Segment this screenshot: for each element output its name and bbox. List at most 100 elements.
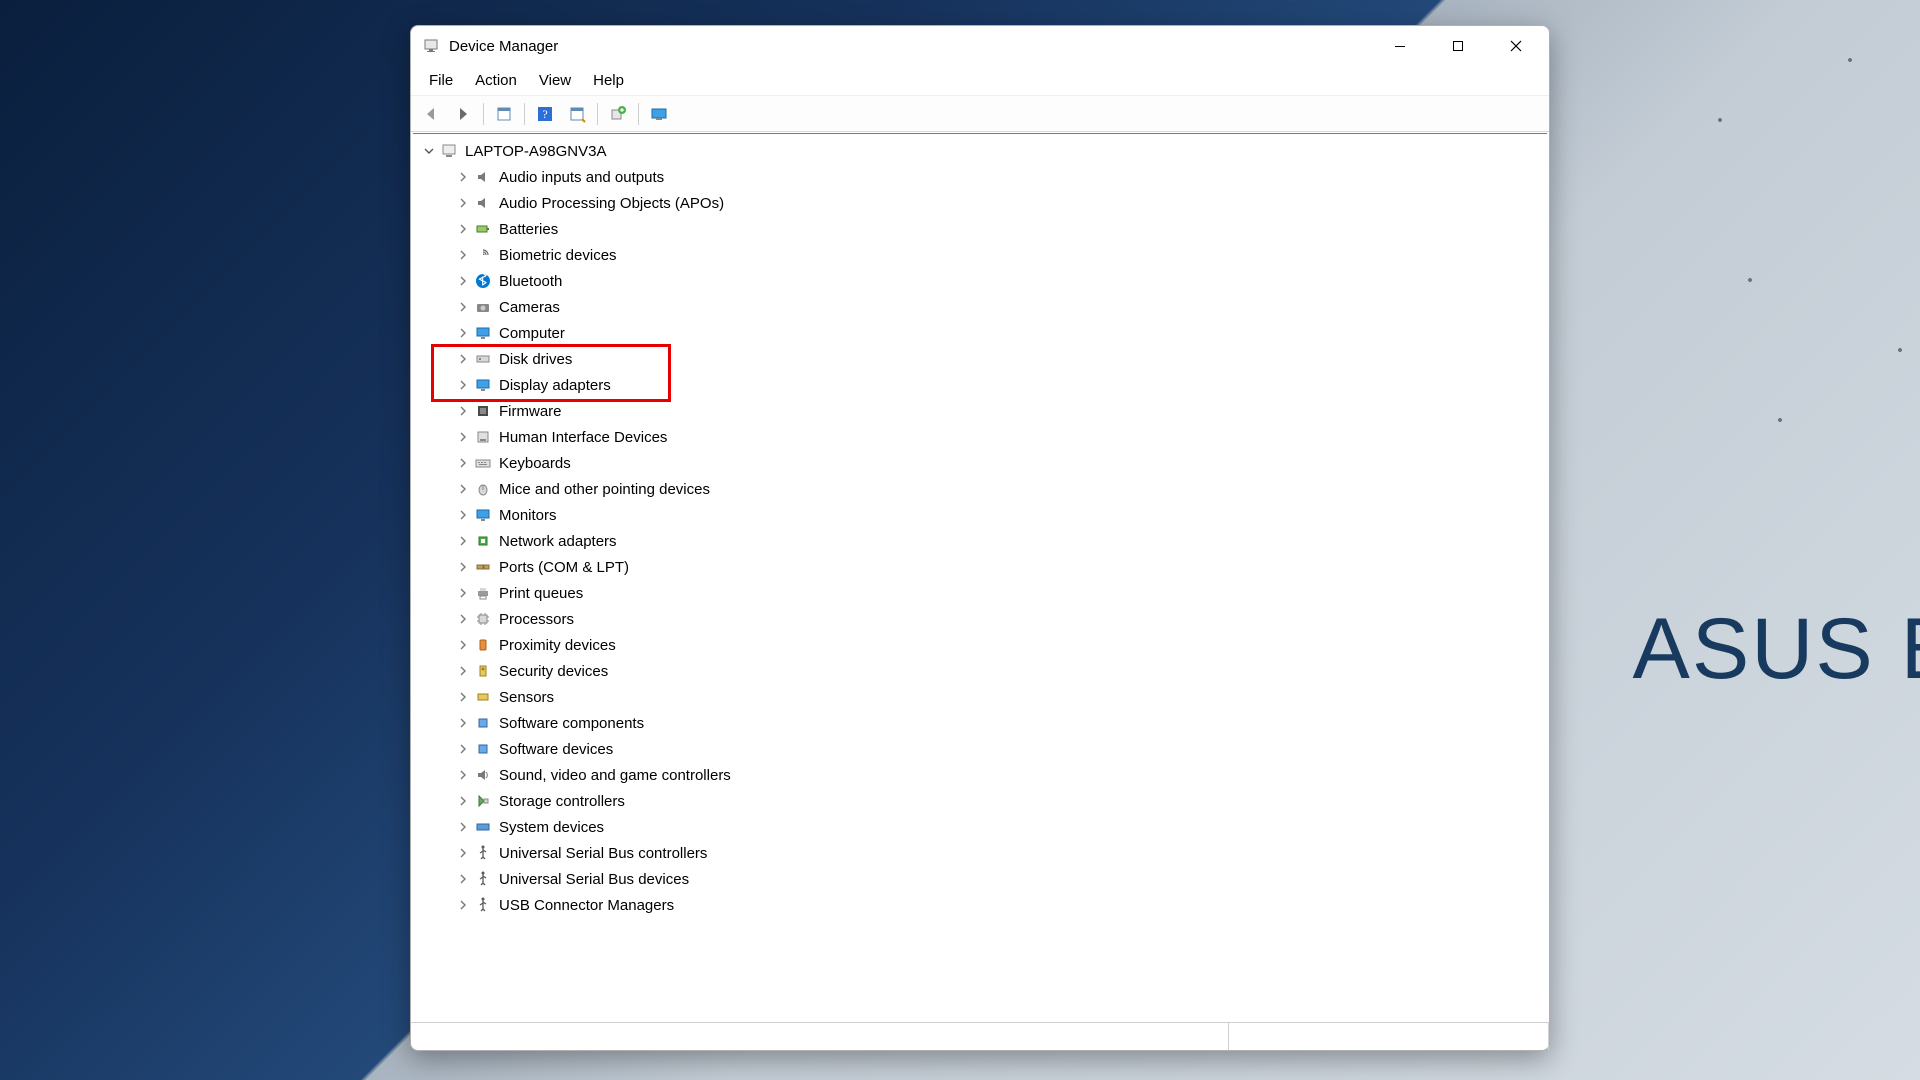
tree-item[interactable]: USB Connector Managers [455, 892, 1545, 918]
chevron-right-icon[interactable] [455, 195, 471, 211]
tree-item[interactable]: Processors [455, 606, 1545, 632]
window-title: Device Manager [449, 38, 558, 55]
chevron-right-icon[interactable] [455, 273, 471, 289]
keyboard-icon [473, 453, 493, 473]
tree-item-label: Mice and other pointing devices [499, 480, 710, 498]
tree-item-label: Network adapters [499, 532, 617, 550]
tree-item-label: Human Interface Devices [499, 428, 667, 446]
tree-item[interactable]: Disk drives [455, 346, 1545, 372]
tree-root-node[interactable]: LAPTOP-A98GNV3A [421, 138, 1545, 164]
status-cell-1 [411, 1023, 1229, 1050]
chevron-right-icon[interactable] [455, 689, 471, 705]
tree-item[interactable]: Audio Processing Objects (APOs) [455, 190, 1545, 216]
chevron-right-icon[interactable] [455, 611, 471, 627]
chevron-right-icon[interactable] [455, 897, 471, 913]
toolbar-properties[interactable] [563, 101, 591, 127]
chevron-right-icon[interactable] [455, 507, 471, 523]
chevron-right-icon[interactable] [455, 247, 471, 263]
tree-item-label: Audio Processing Objects (APOs) [499, 194, 724, 212]
proximity-icon [473, 635, 493, 655]
chevron-right-icon[interactable] [455, 533, 471, 549]
chevron-right-icon[interactable] [455, 221, 471, 237]
maximize-button[interactable] [1429, 26, 1487, 66]
menu-view[interactable]: View [529, 68, 581, 93]
tree-item[interactable]: Audio inputs and outputs [455, 164, 1545, 190]
chevron-right-icon[interactable] [455, 559, 471, 575]
toolbar-help[interactable]: ? [531, 101, 559, 127]
tree-item[interactable]: Display adapters [455, 372, 1545, 398]
tree-item[interactable]: Universal Serial Bus devices [455, 866, 1545, 892]
tree-item-label: Display adapters [499, 376, 611, 394]
chevron-right-icon[interactable] [455, 793, 471, 809]
chevron-right-icon[interactable] [455, 585, 471, 601]
menu-help[interactable]: Help [583, 68, 634, 93]
tree-item[interactable]: Print queues [455, 580, 1545, 606]
tree-item[interactable]: Storage controllers [455, 788, 1545, 814]
chevron-right-icon[interactable] [455, 403, 471, 419]
chevron-right-icon[interactable] [455, 455, 471, 471]
tree-item[interactable]: Proximity devices [455, 632, 1545, 658]
properties-icon [568, 105, 586, 123]
tree-item-label: Biometric devices [499, 246, 617, 264]
tree-item[interactable]: Cameras [455, 294, 1545, 320]
chevron-right-icon[interactable] [455, 663, 471, 679]
toolbar-scan-hardware[interactable] [645, 101, 673, 127]
tree-item[interactable]: Sensors [455, 684, 1545, 710]
tree-item[interactable]: Computer [455, 320, 1545, 346]
scan-hardware-icon [650, 105, 668, 123]
title-bar[interactable]: Device Manager [411, 26, 1549, 66]
tree-item-label: Computer [499, 324, 565, 342]
tree-item[interactable]: Batteries [455, 216, 1545, 242]
tree-item[interactable]: Mice and other pointing devices [455, 476, 1545, 502]
toolbar-show-hidden[interactable] [490, 101, 518, 127]
chevron-right-icon[interactable] [455, 429, 471, 445]
chevron-right-icon[interactable] [455, 377, 471, 393]
tree-item[interactable]: Monitors [455, 502, 1545, 528]
toolbar-forward[interactable] [449, 101, 477, 127]
tree-item[interactable]: Network adapters [455, 528, 1545, 554]
tree-item-label: Security devices [499, 662, 608, 680]
toolbar-update-driver[interactable] [604, 101, 632, 127]
tree-item[interactable]: Bluetooth [455, 268, 1545, 294]
chevron-right-icon[interactable] [455, 871, 471, 887]
tree-item[interactable]: System devices [455, 814, 1545, 840]
menu-file[interactable]: File [419, 68, 463, 93]
chevron-right-icon[interactable] [455, 715, 471, 731]
close-button[interactable] [1487, 26, 1545, 66]
chevron-right-icon[interactable] [455, 741, 471, 757]
chevron-right-icon[interactable] [455, 299, 471, 315]
audio-icon [473, 167, 493, 187]
tree-item[interactable]: Keyboards [455, 450, 1545, 476]
device-tree[interactable]: LAPTOP-A98GNV3A Audio inputs and outputs… [413, 133, 1547, 1022]
chevron-right-icon[interactable] [455, 845, 471, 861]
tree-item[interactable]: Firmware [455, 398, 1545, 424]
menu-action[interactable]: Action [465, 68, 527, 93]
tree-item[interactable]: Ports (COM & LPT) [455, 554, 1545, 580]
chevron-right-icon[interactable] [455, 767, 471, 783]
processor-icon [473, 609, 493, 629]
chevron-right-icon[interactable] [455, 481, 471, 497]
tree-item[interactable]: Human Interface Devices [455, 424, 1545, 450]
status-bar [411, 1022, 1549, 1050]
toolbar-separator [638, 103, 639, 125]
forward-icon [454, 105, 472, 123]
chevron-right-icon[interactable] [455, 819, 471, 835]
tree-item[interactable]: Sound, video and game controllers [455, 762, 1545, 788]
chevron-right-icon[interactable] [455, 325, 471, 341]
tree-item[interactable]: Biometric devices [455, 242, 1545, 268]
bluetooth-icon [473, 271, 493, 291]
chevron-right-icon[interactable] [455, 351, 471, 367]
minimize-button[interactable] [1371, 26, 1429, 66]
audio-icon [473, 193, 493, 213]
tree-item[interactable]: Software components [455, 710, 1545, 736]
tree-item[interactable]: Universal Serial Bus controllers [455, 840, 1545, 866]
back-icon [422, 105, 440, 123]
tree-item-label: Audio inputs and outputs [499, 168, 664, 186]
tree-item[interactable]: Software devices [455, 736, 1545, 762]
chevron-right-icon[interactable] [455, 169, 471, 185]
tree-item[interactable]: Security devices [455, 658, 1545, 684]
monitor-icon [473, 505, 493, 525]
chevron-down-icon[interactable] [421, 143, 437, 159]
toolbar-back[interactable] [417, 101, 445, 127]
chevron-right-icon[interactable] [455, 637, 471, 653]
